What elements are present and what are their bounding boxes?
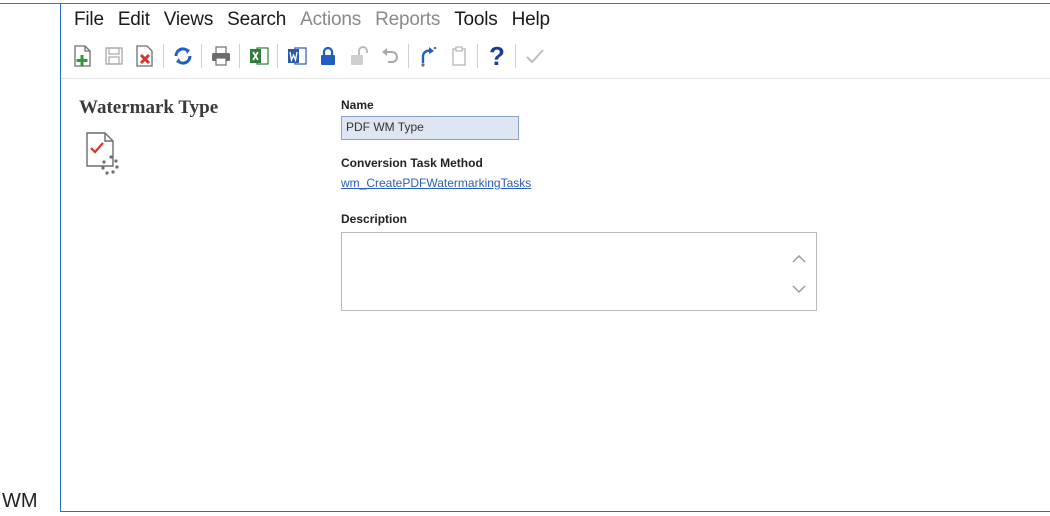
name-field[interactable]: PDF WM Type — [341, 116, 519, 140]
toolbar-divider — [61, 78, 1050, 79]
print-icon[interactable] — [205, 41, 236, 71]
delete-icon[interactable] — [129, 41, 160, 71]
help-icon[interactable]: ? — [481, 41, 512, 71]
toolbar-separator — [477, 44, 478, 68]
menu-views[interactable]: Views — [157, 8, 220, 34]
menu-file[interactable]: File — [67, 8, 111, 34]
save-icon[interactable] — [98, 41, 129, 71]
conversion-task-method-label: Conversion Task Method — [341, 156, 483, 170]
menu-actions[interactable]: Actions — [293, 8, 368, 34]
scroll-down-icon[interactable] — [792, 281, 806, 299]
menu-reports[interactable]: Reports — [368, 8, 447, 34]
toolbar-separator — [163, 44, 164, 68]
toolbar-separator — [277, 44, 278, 68]
menu-bar: File Edit Views Search Actions Reports T… — [67, 8, 557, 34]
toolbar-separator — [515, 44, 516, 68]
menu-edit[interactable]: Edit — [111, 8, 157, 34]
toolbar-separator — [201, 44, 202, 68]
undo-icon[interactable] — [374, 41, 405, 71]
excel-export-icon[interactable] — [243, 41, 274, 71]
toolbar: ? — [67, 39, 550, 73]
name-label: Name — [341, 98, 374, 112]
menu-search[interactable]: Search — [220, 8, 293, 34]
conversion-task-method-link[interactable]: wm_CreatePDFWatermarkingTasks — [341, 176, 531, 190]
unlock-icon[interactable] — [343, 41, 374, 71]
menu-tools[interactable]: Tools — [447, 8, 504, 34]
outside-label: WM — [2, 490, 38, 512]
watermark-type-icon — [83, 130, 123, 181]
lock-icon[interactable] — [312, 41, 343, 71]
redo-icon[interactable] — [412, 41, 443, 71]
checkmark-icon[interactable] — [519, 41, 550, 71]
description-textarea[interactable] — [341, 232, 817, 311]
word-export-icon[interactable] — [281, 41, 312, 71]
clipboard-icon[interactable] — [443, 41, 474, 71]
refresh-icon[interactable] — [167, 41, 198, 71]
toolbar-separator — [408, 44, 409, 68]
svg-text:?: ? — [489, 43, 505, 69]
app-window: File Edit Views Search Actions Reports T… — [60, 4, 1050, 512]
description-label: Description — [341, 212, 408, 226]
new-record-icon[interactable] — [67, 41, 98, 71]
scroll-up-icon[interactable] — [792, 251, 806, 269]
page-title: Watermark Type — [79, 97, 219, 118]
toolbar-separator — [239, 44, 240, 68]
menu-help[interactable]: Help — [505, 8, 557, 34]
